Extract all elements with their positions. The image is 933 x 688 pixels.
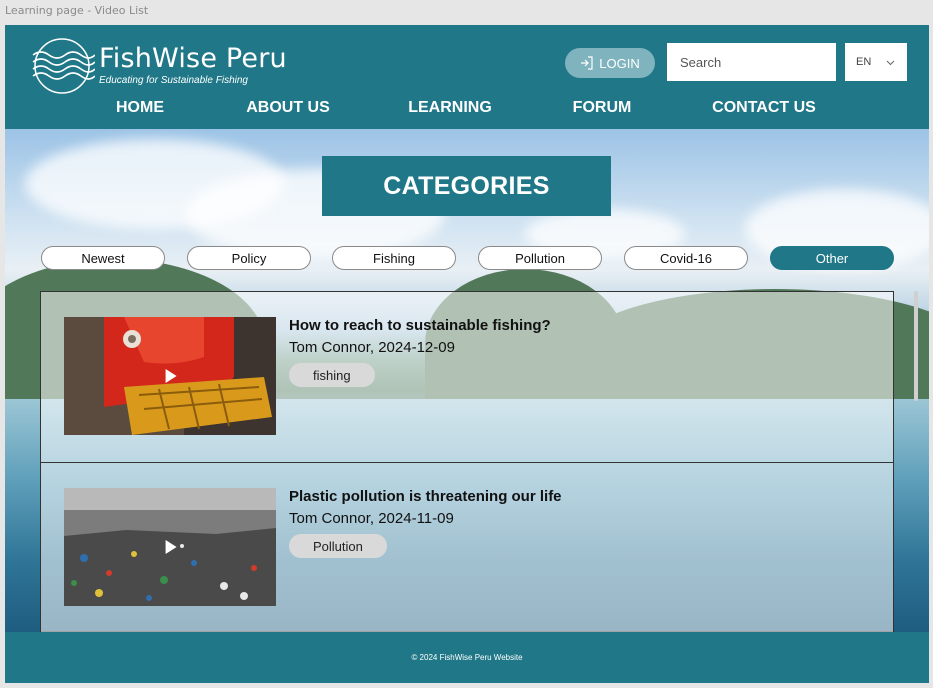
filter-other[interactable]: Other <box>770 246 894 270</box>
video-thumbnail[interactable] <box>64 317 276 435</box>
play-icon[interactable] <box>165 540 177 554</box>
frame-label: Learning page - Video List <box>5 4 149 17</box>
site-header: FishWise Peru Educating for Sustainable … <box>5 25 929 129</box>
chevron-down-icon <box>886 60 895 65</box>
scrollbar[interactable] <box>914 291 918 401</box>
nav-forum[interactable]: FORUM <box>573 99 632 117</box>
nav-contact-us[interactable]: CONTACT US <box>712 99 816 117</box>
nav-learning[interactable]: LEARNING <box>408 99 492 117</box>
video-thumbnail[interactable] <box>64 488 276 606</box>
filter-pollution[interactable]: Pollution <box>478 246 602 270</box>
video-title[interactable]: Plastic pollution is threatening our lif… <box>289 488 562 505</box>
categories-banner: CATEGORIES <box>322 156 611 216</box>
video-tag[interactable]: Pollution <box>289 534 387 558</box>
language-value: EN <box>856 56 872 68</box>
video-meta: Tom Connor, 2024-12-09 <box>289 339 455 356</box>
search-input[interactable] <box>680 54 856 70</box>
language-select[interactable]: EN <box>845 43 907 81</box>
filter-policy[interactable]: Policy <box>187 246 311 270</box>
filter-newest[interactable]: Newest <box>41 246 165 270</box>
search-box <box>667 43 856 81</box>
logo-waves-icon <box>32 38 95 94</box>
footer-copyright: © 2024 FishWise Peru Website <box>411 653 523 662</box>
main-nav: HOME ABOUT US LEARNING FORUM CONTACT US <box>5 99 929 121</box>
nav-about-us[interactable]: ABOUT US <box>246 99 330 117</box>
filter-covid[interactable]: Covid-16 <box>624 246 748 270</box>
brand-name: FishWise Peru <box>99 43 287 74</box>
video-meta: Tom Connor, 2024-11-09 <box>289 510 454 527</box>
nav-home[interactable]: HOME <box>116 99 164 117</box>
video-tag[interactable]: fishing <box>289 363 375 387</box>
video-title[interactable]: How to reach to sustainable fishing? <box>289 317 551 334</box>
login-icon <box>581 56 593 70</box>
logo[interactable]: FishWise Peru Educating for Sustainable … <box>31 37 291 97</box>
video-list: How to reach to sustainable fishing? Tom… <box>40 291 894 632</box>
brand-tagline: Educating for Sustainable Fishing <box>99 75 248 86</box>
hero-background: CATEGORIES Newest Policy Fishing Polluti… <box>5 129 929 632</box>
video-card[interactable]: How to reach to sustainable fishing? Tom… <box>41 292 893 462</box>
site-footer: © 2024 FishWise Peru Website <box>5 632 929 683</box>
play-icon[interactable] <box>165 369 177 383</box>
video-card[interactable]: Plastic pollution is threatening our lif… <box>41 462 893 632</box>
filter-fishing[interactable]: Fishing <box>332 246 456 270</box>
login-button[interactable]: LOGIN <box>565 48 655 78</box>
login-label: LOGIN <box>599 55 640 71</box>
page: FishWise Peru Educating for Sustainable … <box>5 25 929 683</box>
